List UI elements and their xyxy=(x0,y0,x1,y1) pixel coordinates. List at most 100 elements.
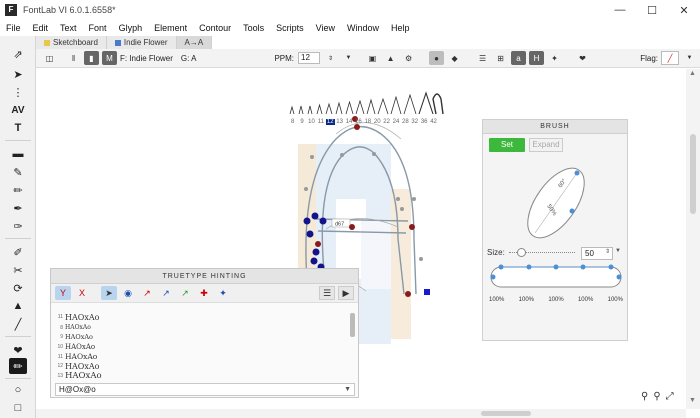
text-tool-icon[interactable]: T xyxy=(9,120,27,136)
x-axis-icon[interactable]: X xyxy=(74,286,90,300)
size-dropdown-icon[interactable]: ▼ xyxy=(615,248,621,254)
metrics-icon[interactable]: ‖ xyxy=(66,51,81,65)
set-button[interactable]: Set xyxy=(489,138,525,152)
zoom-out-icon[interactable]: ⚲ xyxy=(653,391,660,402)
close-icon[interactable]: ✕ xyxy=(668,0,700,20)
hinting-preview-list[interactable]: 11 HAOxAo 8 HAOxAo 9 HAOxAo 10 HAOxAo 11 HAOx… xyxy=(55,311,351,381)
metrics-tool-icon[interactable]: ⋮ xyxy=(9,84,27,100)
interpolate-icon[interactable]: ↗ xyxy=(177,286,193,300)
eraser-icon[interactable]: ▬ xyxy=(9,146,27,162)
waterfall-size[interactable]: 16 xyxy=(354,119,363,125)
ppm-input[interactable]: 12 xyxy=(298,52,321,64)
scroll-thumb[interactable] xyxy=(690,134,696,214)
fill-view-icon[interactable]: ● xyxy=(429,51,445,65)
rapid-pen-icon[interactable]: ✑ xyxy=(9,218,27,234)
grid-view-icon[interactable]: ⊞ xyxy=(493,51,508,65)
layer-view-icon[interactable]: ▮ xyxy=(84,51,99,65)
single-link-icon[interactable]: ↗ xyxy=(139,286,155,300)
waterfall-size[interactable]: 13 xyxy=(335,119,344,125)
menu-file[interactable]: File xyxy=(0,23,27,33)
ruler-icon[interactable]: ╱ xyxy=(9,316,27,332)
waterfall-size[interactable]: 28 xyxy=(401,119,410,125)
preview-text-input[interactable]: H@Ox@o ▼ xyxy=(55,383,355,396)
contour-select-icon[interactable]: ⇗ xyxy=(9,46,27,62)
letter-a-icon[interactable]: a xyxy=(511,51,527,65)
ppm-stepper-icon[interactable]: ⇕ xyxy=(323,51,338,65)
ppm-dropdown-icon[interactable]: ▼ xyxy=(341,51,356,65)
waterfall-size-selected[interactable]: 12 xyxy=(325,119,335,125)
menu-element[interactable]: Element xyxy=(148,23,193,33)
menu-window[interactable]: Window xyxy=(341,23,385,33)
menu-view[interactable]: View xyxy=(310,23,341,33)
anchor-icon[interactable]: ✦ xyxy=(215,286,231,300)
fit-view-icon[interactable]: ⤢ xyxy=(666,391,674,402)
expand-button[interactable]: Expand xyxy=(529,138,563,152)
hinting-options-icon[interactable]: ☰ xyxy=(319,286,335,300)
scissors-icon[interactable]: ✂ xyxy=(9,262,27,278)
brush-tool-icon[interactable]: ✎ xyxy=(9,164,27,180)
fill-bucket-icon[interactable]: ▲ xyxy=(9,298,27,314)
tab-glyph-a[interactable]: A→A xyxy=(176,36,213,49)
waterfall-size[interactable]: 8 xyxy=(288,119,297,125)
kerning-tool-icon[interactable]: AV xyxy=(9,102,27,118)
flag-color-icon[interactable]: ╱ xyxy=(661,51,679,65)
hinting-preview-icon[interactable]: ▣ xyxy=(365,51,380,65)
tab-indie-flower[interactable]: Indie Flower xyxy=(106,36,177,49)
menu-text[interactable]: Text xyxy=(54,23,83,33)
ellipse-tool-icon[interactable]: ○ xyxy=(9,382,27,398)
outline-view-icon[interactable]: ◆ xyxy=(447,51,462,65)
vertical-scrollbar[interactable]: ▲ ▼ xyxy=(686,69,700,409)
settings-gear-icon[interactable]: ⚙ xyxy=(401,51,416,65)
align-bottom-icon[interactable]: ▲ xyxy=(383,51,398,65)
pen-icon[interactable]: ✒ xyxy=(9,200,27,216)
tab-sketchboard[interactable]: Sketchboard xyxy=(36,36,107,49)
chevron-down-icon[interactable]: ▼ xyxy=(344,384,351,395)
maximize-icon[interactable]: ☐ xyxy=(636,0,668,20)
scroll-down-icon[interactable]: ▼ xyxy=(689,397,696,404)
master-icon[interactable]: M xyxy=(102,51,117,65)
panel-toggle-icon[interactable]: ◫ xyxy=(42,51,57,65)
ratio-handle[interactable] xyxy=(569,208,575,214)
flag-dropdown-icon[interactable]: ▼ xyxy=(682,51,697,65)
menu-font[interactable]: Font xyxy=(83,23,113,33)
hint-select-icon[interactable]: ➤ xyxy=(101,286,117,300)
waterfall-size[interactable]: 11 xyxy=(316,119,325,125)
waterfall-size[interactable]: 18 xyxy=(363,119,372,125)
y-axis-icon[interactable]: Y xyxy=(55,286,71,300)
size-slider[interactable] xyxy=(508,248,575,257)
scroll-up-icon[interactable]: ▲ xyxy=(689,70,696,77)
menu-contour[interactable]: Contour xyxy=(193,23,237,33)
pencil-icon[interactable]: ✏ xyxy=(9,182,27,198)
brush-shape-preview[interactable]: 60° 50% xyxy=(483,158,629,258)
delta-icon[interactable]: ✚ xyxy=(196,286,212,300)
waterfall-size[interactable]: 32 xyxy=(410,119,419,125)
waterfall-size[interactable]: 10 xyxy=(307,119,316,125)
waterfall-size[interactable]: 20 xyxy=(373,119,382,125)
size-stepper-icon[interactable]: ⇕ xyxy=(605,248,610,255)
double-link-icon[interactable]: ↗ xyxy=(158,286,174,300)
heart-shape-icon[interactable]: ❤ xyxy=(9,342,27,358)
menu-glyph[interactable]: Glyph xyxy=(113,23,149,33)
angle-handle[interactable] xyxy=(574,170,580,176)
list-scroll-thumb[interactable] xyxy=(350,313,355,337)
knife-icon[interactable]: ✐ xyxy=(9,244,27,260)
eyedropper-icon[interactable]: ✏ xyxy=(9,358,27,374)
heart-icon[interactable]: ❤ xyxy=(575,51,590,65)
play-preview-icon[interactable]: ▶ xyxy=(338,286,354,300)
node-tool-icon[interactable]: ✦ xyxy=(547,51,562,65)
list-view-icon[interactable]: ☰ xyxy=(475,51,490,65)
menu-edit[interactable]: Edit xyxy=(27,23,55,33)
letter-h-icon[interactable]: H xyxy=(529,51,545,65)
menu-tools[interactable]: Tools xyxy=(237,23,270,33)
waterfall-size[interactable]: 24 xyxy=(391,119,400,125)
rectangle-tool-icon[interactable]: □ xyxy=(9,400,27,416)
brush-width-profile[interactable] xyxy=(483,261,629,291)
horizontal-scrollbar[interactable] xyxy=(36,409,686,418)
waterfall-size[interactable]: 36 xyxy=(419,119,428,125)
element-select-icon[interactable]: ➤ xyxy=(9,66,27,82)
menu-help[interactable]: Help xyxy=(385,23,416,33)
size-slider-knob[interactable] xyxy=(516,248,526,257)
waterfall-size[interactable]: 42 xyxy=(429,119,438,125)
zoom-icon[interactable]: ⚲ xyxy=(641,391,648,402)
menu-scripts[interactable]: Scripts xyxy=(270,23,310,33)
